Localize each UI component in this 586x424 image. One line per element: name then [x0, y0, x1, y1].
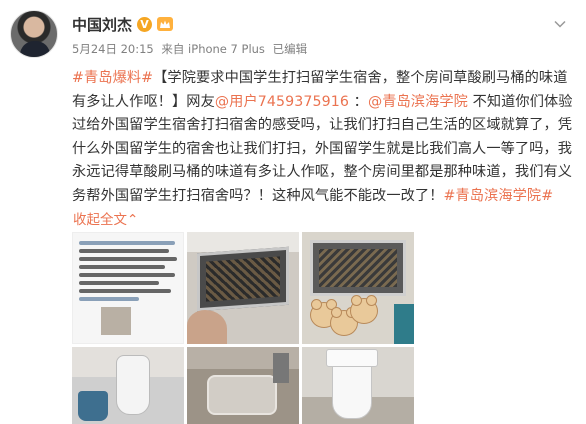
thumb-sink[interactable]: [187, 347, 299, 424]
mention-link[interactable]: @用户7459375916: [215, 94, 349, 110]
post-meta: 5月24日 20:15 来自 iPhone 7 Plus 已编辑: [72, 41, 311, 57]
avatar-figure: [20, 41, 50, 57]
thumb-range-hood-stickers[interactable]: [302, 232, 414, 344]
mention-link[interactable]: @青岛滨海学院: [368, 94, 468, 110]
crown-icon: [160, 20, 171, 28]
collapse-label: 收起全文: [73, 212, 127, 228]
thumb-range-hood[interactable]: [187, 232, 299, 344]
post-date[interactable]: 5月24日 20:15: [72, 42, 154, 56]
thumb-toilet[interactable]: [302, 347, 414, 424]
collapse-arrow-icon: ⌃: [127, 212, 139, 228]
name-row: 中国刘杰 V: [72, 14, 311, 34]
chevron-down-icon[interactable]: [554, 18, 566, 30]
topic-link[interactable]: #青岛滨海学院#: [443, 188, 553, 204]
post-text-segment: ：: [349, 93, 368, 110]
topic-link[interactable]: #青岛爆料#: [72, 70, 153, 86]
avatar[interactable]: [10, 10, 58, 58]
edited-label[interactable]: 已编辑: [273, 42, 308, 56]
username[interactable]: 中国刘杰: [72, 14, 132, 35]
verified-badge-icon: V: [137, 16, 153, 32]
collapse-button[interactable]: 收起全文⌃: [73, 208, 138, 228]
post-header: 中国刘杰 V 5月24日 20:15 来自 iPhone 7 Plus 已编辑: [72, 14, 311, 57]
post-body: #青岛爆料#【学院要求中国学生打扫留学生宿舍，整个房间草酸刷马桶的味道有多让人作…: [72, 67, 578, 208]
member-badge-icon: [157, 17, 174, 31]
thumb-toilet-bucket[interactable]: [72, 347, 184, 424]
thumb-text-screenshot[interactable]: [72, 232, 184, 344]
post-source: 来自 iPhone 7 Plus: [161, 42, 265, 56]
